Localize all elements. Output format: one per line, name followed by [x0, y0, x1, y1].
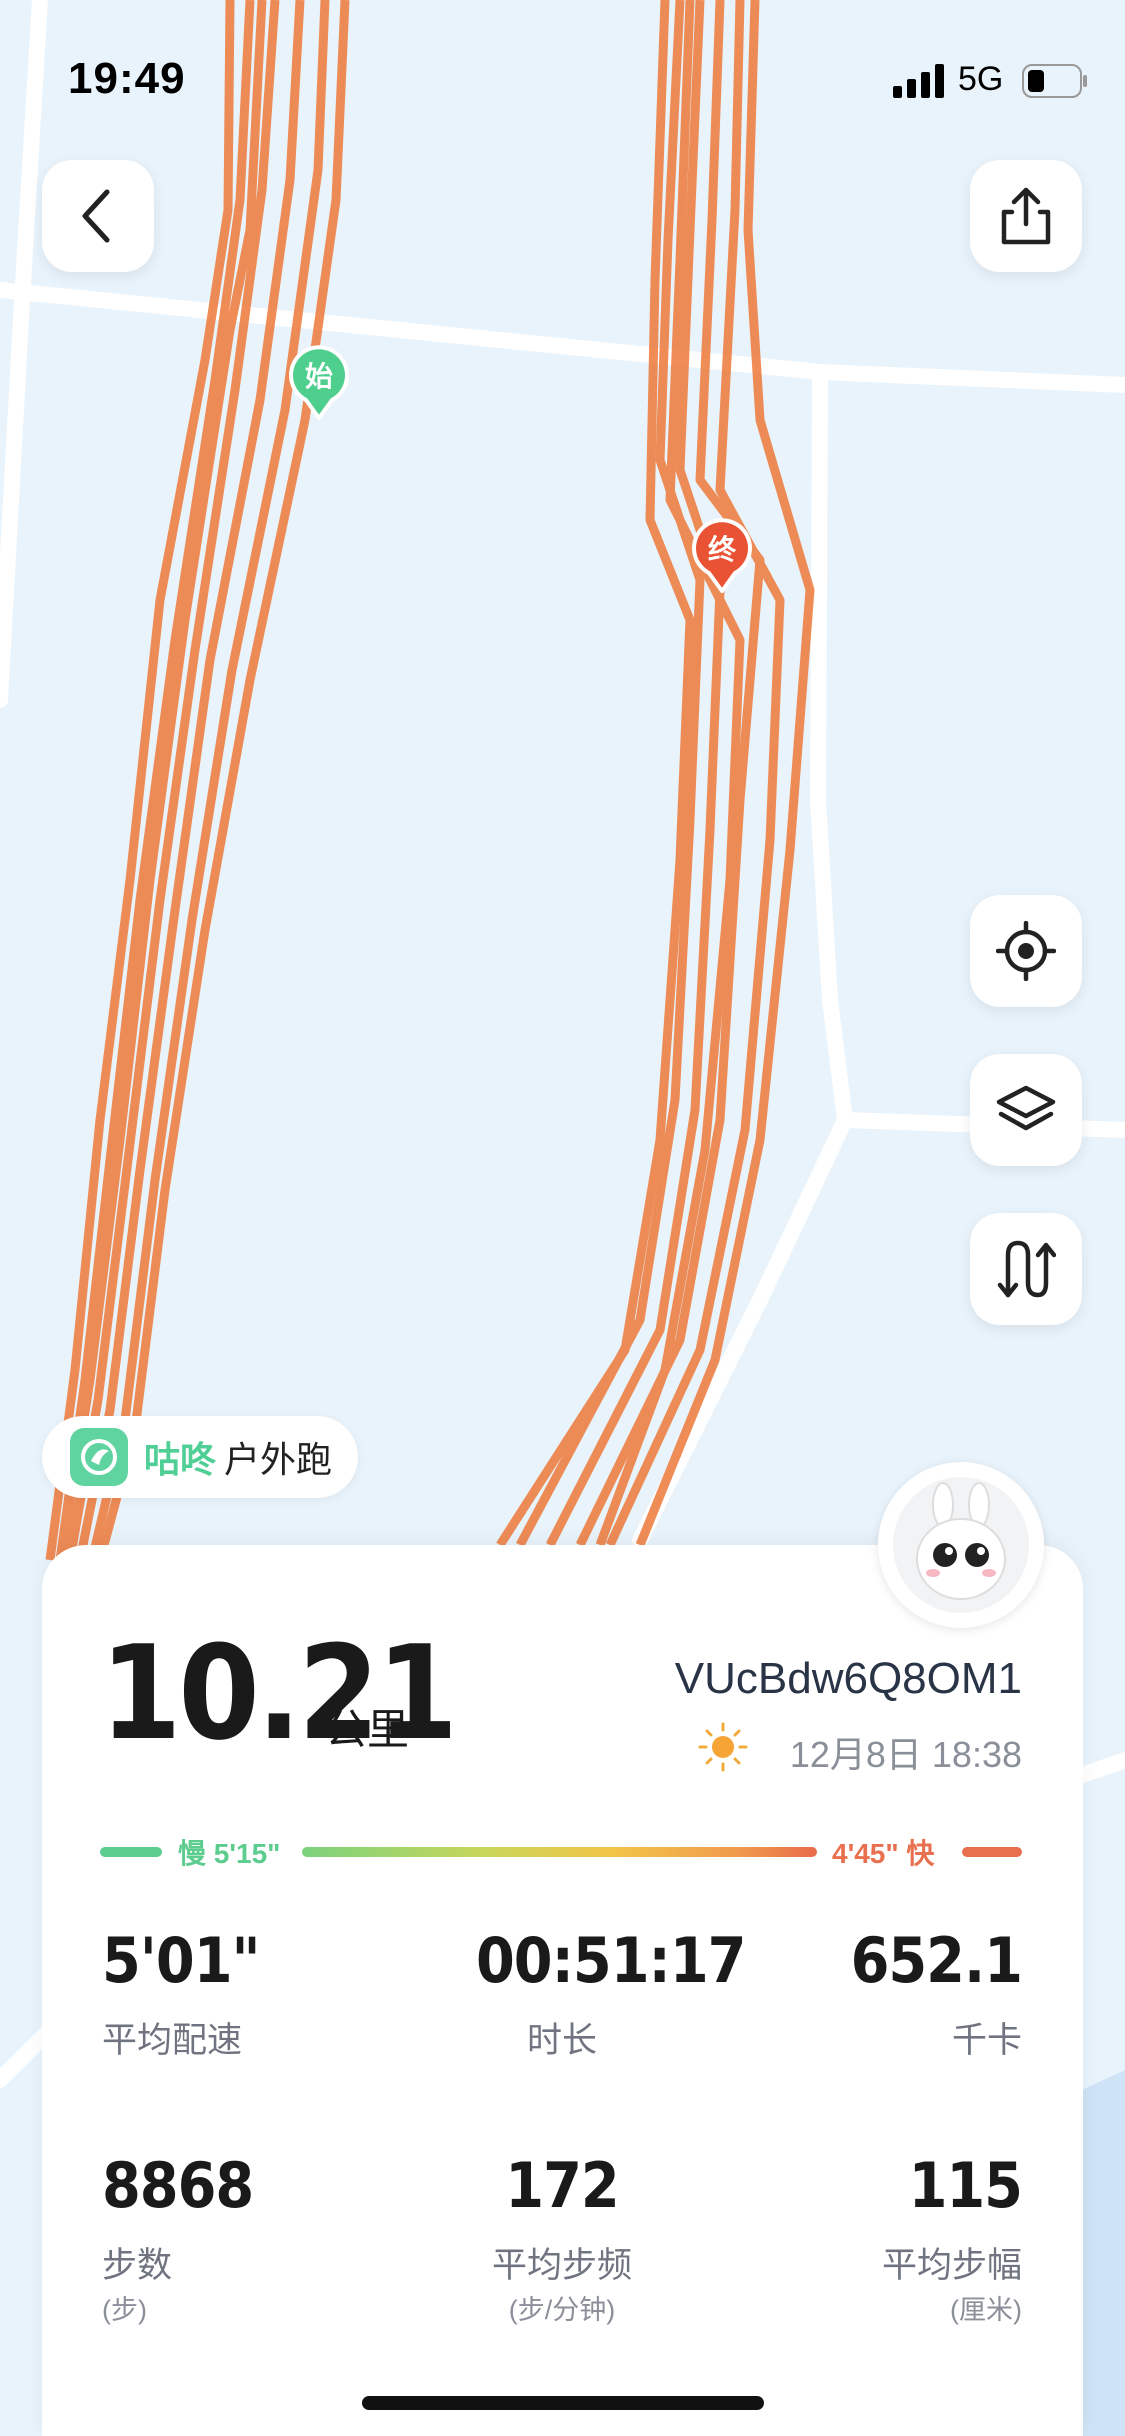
- brand-name: 咕咚: [144, 1439, 217, 1480]
- duration-label: 时长: [526, 2021, 597, 2060]
- stride-label: 平均步幅: [881, 2246, 1022, 2285]
- status-bar: 19:49 5G: [0, 0, 1125, 140]
- activity-type: 户外跑: [224, 1439, 333, 1480]
- battery-icon: [1022, 64, 1087, 98]
- share-icon: [1001, 187, 1051, 245]
- start-marker[interactable]: 始: [288, 344, 350, 420]
- share-button[interactable]: [970, 160, 1082, 272]
- codoon-logo-icon: [70, 1428, 128, 1486]
- steps-value: 8868: [102, 2149, 254, 2222]
- calories-label: 千卡: [951, 2021, 1022, 2060]
- pace-fast-segment: [962, 1847, 1022, 1857]
- avg-pace-value: 5'01": [102, 1924, 261, 1997]
- avatar[interactable]: [878, 1462, 1044, 1628]
- start-marker-label: 始: [304, 361, 333, 392]
- back-button[interactable]: [42, 160, 154, 272]
- pace-slow-label: 慢 5'15": [178, 1838, 281, 1869]
- user-id: VUcBdw6Q8OM1: [674, 1654, 1022, 1703]
- end-marker[interactable]: 终: [691, 517, 753, 593]
- pace-legend: 慢 5'15" 4'45" 快: [100, 1832, 1022, 1872]
- locate-button[interactable]: [970, 895, 1082, 1007]
- steps-unit: (步): [102, 2295, 147, 2325]
- steps-label: 步数: [102, 2246, 173, 2285]
- cadence-unit: (步/分钟): [508, 2295, 616, 2325]
- avg-pace-label: 平均配速: [102, 2021, 243, 2060]
- cadence-label: 平均步频: [491, 2246, 632, 2285]
- end-marker-label: 终: [707, 534, 736, 565]
- chevron-left-icon: [82, 189, 110, 243]
- pace-slow-segment: [100, 1847, 162, 1857]
- stride-unit: (厘米): [950, 2295, 1022, 2325]
- network-label: 5G: [958, 60, 1004, 98]
- bunny-avatar-icon: [893, 1477, 1029, 1613]
- duration-value: 00:51:17: [476, 1924, 747, 1997]
- cadence-value: 172: [505, 2149, 619, 2222]
- signal-icon: [893, 64, 944, 98]
- app-brand-pill: 咕咚 户外跑: [42, 1416, 359, 1498]
- home-indicator[interactable]: [362, 2396, 764, 2410]
- pace-gradient-bar: [302, 1847, 817, 1857]
- status-time: 19:49: [68, 54, 186, 103]
- activity-datetime: 12月8日 18:38: [789, 1734, 1022, 1775]
- route-replay-button[interactable]: [970, 1213, 1082, 1325]
- layers-button[interactable]: [970, 1054, 1082, 1166]
- distance-unit: 公里: [325, 1706, 410, 1753]
- locate-icon: [996, 921, 1056, 981]
- route-icon: [997, 1240, 1056, 1298]
- sun-icon: [698, 1722, 748, 1772]
- stride-value: 115: [908, 2149, 1023, 2222]
- pace-fast-label: 4'45" 快: [832, 1838, 935, 1869]
- layers-icon: [996, 1085, 1056, 1131]
- calories-value: 652.1: [850, 1924, 1023, 1997]
